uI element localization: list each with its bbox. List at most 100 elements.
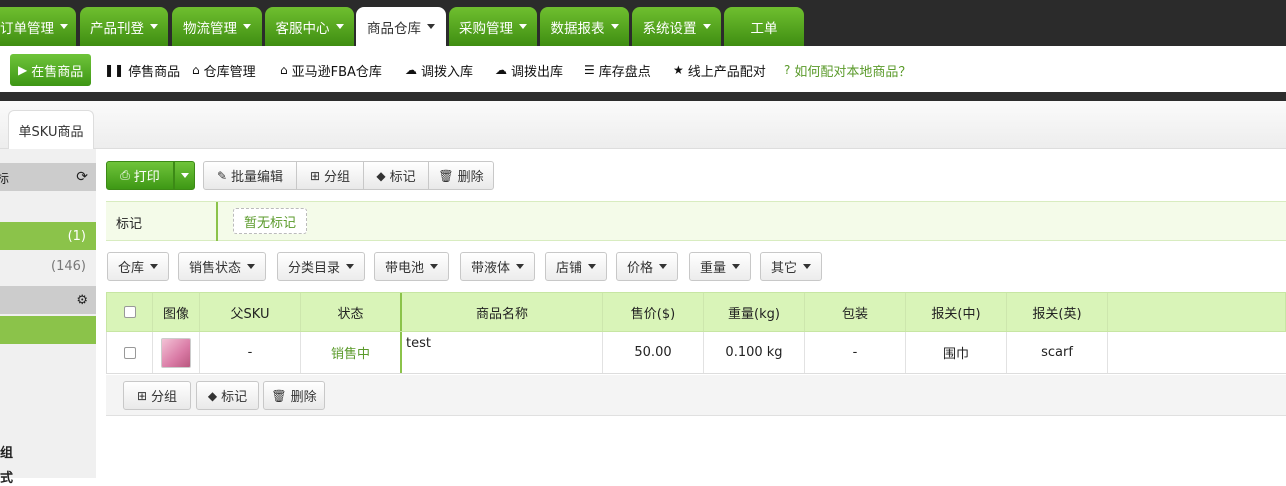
caret-down-icon	[588, 264, 597, 269]
row-package: -	[805, 332, 906, 373]
caret-down-icon	[346, 264, 355, 269]
filter-label: 店铺	[556, 261, 583, 276]
tab-warehouse[interactable]: 商品仓库	[356, 7, 446, 46]
sidebar-group-header: ⚙	[0, 286, 96, 314]
subnav-stocktake[interactable]: ☰ 库存盘点	[584, 54, 651, 86]
sidebar-item-tagged[interactable]: (1)	[0, 222, 96, 250]
subnav-fba-warehouse[interactable]: ⌂ 亚马逊FBA仓库	[280, 54, 382, 86]
filter-label: 带电池	[385, 261, 425, 276]
filter-other[interactable]: 其它	[760, 252, 823, 281]
caret-down-icon	[430, 264, 439, 269]
caret-down-icon	[732, 264, 741, 269]
tab-listing[interactable]: 产品刊登	[80, 7, 168, 46]
caret-down-icon	[610, 24, 619, 29]
tab-reports[interactable]: 数据报表	[540, 7, 629, 46]
row-customs-en: scarf	[1007, 332, 1108, 373]
tab-tickets[interactable]: 工单	[724, 7, 804, 46]
col-customs-cn: 报关(中)	[906, 293, 1007, 331]
col-product-name: 商品名称	[402, 293, 603, 331]
bottom-group-button[interactable]: ⊞ 分组	[123, 381, 191, 410]
star-icon: ★	[673, 63, 684, 77]
caret-down-icon	[519, 24, 527, 29]
tab-settings[interactable]: 系统设置	[632, 7, 721, 46]
filter-battery[interactable]: 带电池	[374, 252, 450, 281]
subnav-on-sale[interactable]: ▶ 在售商品	[10, 54, 92, 86]
col-image: 图像	[153, 293, 200, 331]
col-package: 包装	[805, 293, 906, 331]
subnav-online-pairing[interactable]: ★ 线上产品配对	[673, 54, 766, 86]
tab-label: 系统设置	[642, 20, 697, 37]
no-tags-chip[interactable]: 暂无标记	[233, 208, 308, 234]
subnav-help-link[interactable]: ? 如何配对本地商品？	[784, 54, 911, 86]
print-dropdown-button[interactable]	[174, 161, 195, 190]
refresh-icon[interactable]: ⟳	[76, 169, 88, 185]
edit-icon: ✎	[216, 168, 228, 183]
tag-filter-label: 标记	[116, 217, 143, 232]
tab-label: 客服中心	[275, 20, 330, 37]
caret-down-icon	[335, 24, 344, 29]
delete-label: 删除	[457, 170, 484, 185]
top-nav: 订单管理 产品刊登 物流管理 客服中心 商品仓库 采购管理 数据报表 系统设置 …	[0, 0, 1286, 46]
subnav-transfer-in[interactable]: ☁ 调拨入库	[405, 54, 473, 86]
filter-sale-status[interactable]: 销售状态	[178, 252, 267, 281]
home-icon: ⌂	[280, 63, 288, 77]
help-label: 如何配对本地商品？	[794, 64, 912, 80]
sidebar-item-all[interactable]: (146)	[0, 252, 96, 280]
filter-warehouse[interactable]: 仓库	[107, 252, 170, 281]
batch-edit-button[interactable]: ✎ 批量编辑	[203, 161, 297, 190]
caret-down-icon	[247, 264, 256, 269]
filter-weight[interactable]: 重量	[689, 252, 752, 281]
sidebar-item-count: (146)	[51, 258, 86, 274]
row-checkbox[interactable]	[123, 346, 136, 359]
gear-icon[interactable]: ⚙	[76, 293, 88, 308]
tab-logistics[interactable]: 物流管理	[172, 7, 262, 46]
row-status: 销售中	[301, 332, 402, 373]
sidebar-text-style: 式	[0, 471, 14, 486]
caret-down-icon	[803, 264, 812, 269]
filter-store[interactable]: 店铺	[545, 252, 608, 281]
table-header: 图像 父SKU 状态 商品名称 售价($) 重量(kg) 包装 报关(中) 报关…	[106, 292, 1286, 332]
row-parent-sku: -	[200, 332, 301, 373]
bottom-tag-button[interactable]: ◆ 标记	[196, 381, 259, 410]
filter-label: 重量	[700, 261, 727, 276]
row-image-cell	[153, 332, 200, 373]
tab-label: 采购管理	[459, 20, 513, 37]
select-all-checkbox[interactable]	[123, 306, 136, 318]
caret-down-icon	[180, 173, 189, 178]
sidebar: 标 ⟳ (1) (146) ⚙ 组 式	[0, 149, 96, 486]
filter-category[interactable]: 分类目录	[277, 252, 366, 281]
subnav-transfer-out[interactable]: ☁ 调拨出库	[495, 54, 563, 86]
sidebar-group-item[interactable]	[0, 316, 96, 344]
bottom-delete-button[interactable]: 🗑 删除	[263, 381, 325, 410]
divider-bar	[0, 92, 1286, 101]
cloud-icon: ☁	[495, 63, 507, 77]
delete-button[interactable]: 🗑 删除	[428, 161, 494, 190]
row-weight: 0.100 kg	[704, 332, 805, 373]
print-button[interactable]: ⎙ 打印	[106, 161, 174, 190]
tab-purchase[interactable]: 采购管理	[449, 7, 537, 46]
filter-liquid[interactable]: 带液体	[460, 252, 536, 281]
group-button[interactable]: ⊞ 分组	[296, 161, 364, 190]
sitemap-icon: ⊞	[309, 168, 321, 183]
table-row[interactable]: - 销售中 test 50.00 0.100 kg - 围巾 scarf	[106, 332, 1286, 374]
col-parent-sku: 父SKU	[200, 293, 301, 331]
subnav-discontinued[interactable]: ❚❚ 停售商品	[104, 54, 180, 86]
subnav-warehouse-mgmt[interactable]: ⌂ 仓库管理	[192, 54, 256, 86]
tag-filter-bar: 标记 暂无标记	[106, 201, 1286, 241]
caret-down-icon	[516, 264, 525, 269]
filter-label: 其它	[771, 261, 798, 276]
filter-price[interactable]: 价格	[616, 252, 679, 281]
tag-icon: ◆	[376, 168, 386, 183]
subnav-label: 在售商品	[31, 64, 84, 80]
list-icon: ☰	[584, 63, 595, 77]
tab-orders[interactable]: 订单管理	[0, 7, 76, 46]
product-thumbnail[interactable]	[161, 337, 191, 368]
group-label: 分组	[324, 170, 351, 185]
tab-label: 工单	[750, 20, 778, 37]
subnav-label: 停售商品	[128, 64, 181, 80]
tab-single-sku[interactable]: 单SKU商品	[8, 110, 94, 150]
tag-button[interactable]: ◆ 标记	[363, 161, 429, 190]
tab-customer-service[interactable]: 客服中心	[265, 7, 354, 46]
tab-label: 产品刊登	[90, 20, 144, 37]
row-product-name[interactable]: test	[402, 332, 603, 373]
